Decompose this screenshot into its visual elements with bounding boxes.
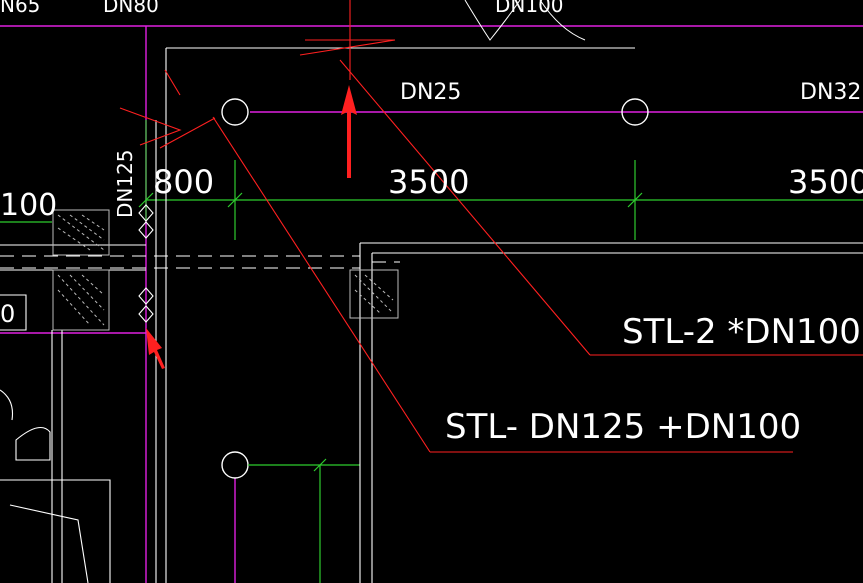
label-left-zero: 0: [0, 300, 15, 328]
label-dn25: DN25: [400, 80, 461, 105]
cad-drawing-canvas[interactable]: N65 DN80 DN100 DN25 DN32 DN125 100 0 800…: [0, 0, 863, 583]
callout-stl-dn125: STL- DN125 +DN100: [445, 407, 801, 447]
label-dn125: DN125: [113, 149, 137, 218]
dimension-3500: 3500: [388, 163, 469, 201]
dimension-800: 800: [153, 163, 214, 201]
dimension-3500-right: 3500: [788, 163, 863, 201]
callout-stl-2: STL-2 *DN100: [622, 312, 861, 352]
label-dn80: DN80: [103, 0, 159, 17]
label-dn32: DN32: [800, 80, 861, 105]
label-dn100-top: DN100: [495, 0, 564, 17]
label-dn65: N65: [0, 0, 40, 17]
label-dn100-left: 100: [0, 188, 57, 223]
